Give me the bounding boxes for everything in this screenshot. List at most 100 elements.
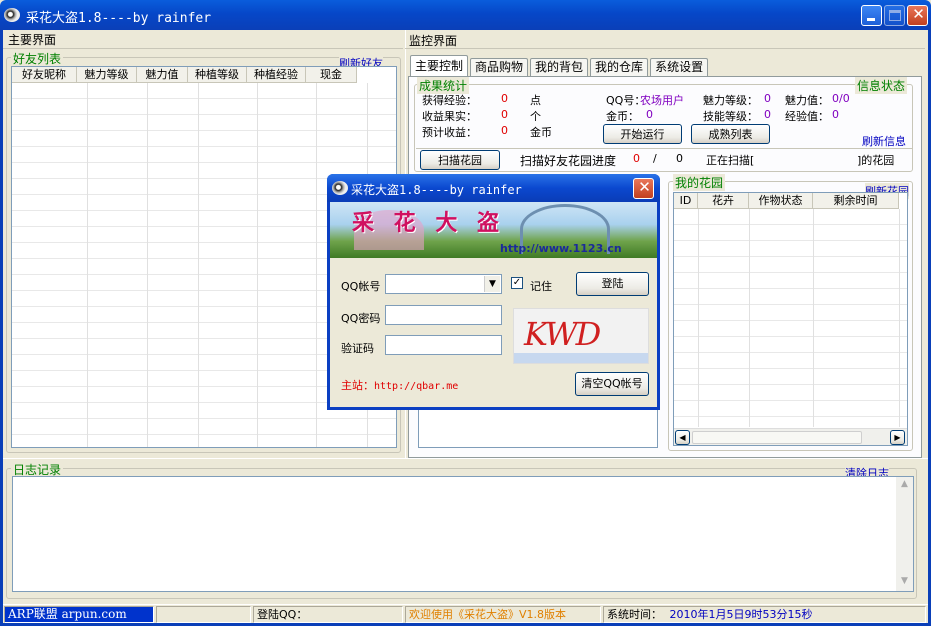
col-charm-value[interactable]: 魅力值 [137, 67, 188, 83]
password-label: QQ密码 [341, 312, 381, 325]
friends-group-title: 好友列表 [11, 50, 64, 67]
friends-table-header: 好友昵称 魅力等级 魅力值 种植等级 种植经验 现金 [12, 67, 357, 83]
login-dialog-titlebar: 采花大盗1.8----by rainfer ✕ [327, 174, 660, 202]
tab-backpack[interactable]: 我的背包 [530, 58, 589, 76]
tab-settings[interactable]: 系统设置 [650, 58, 709, 76]
account-label: QQ帐号 [341, 280, 381, 293]
log-textarea[interactable]: ▲ ▼ [12, 476, 914, 592]
col-remaining-time[interactable]: 剩余时间 [813, 193, 899, 209]
col-cash[interactable]: 现金 [306, 67, 357, 83]
captcha-field[interactable] [385, 335, 502, 355]
scroll-down-icon[interactable]: ▼ [898, 576, 911, 589]
scroll-left-icon[interactable]: ◀ [675, 430, 690, 445]
charm-level-label: 魅力等级： [703, 94, 758, 107]
site-label: 主站：http://qbar.me [341, 377, 458, 393]
skill-level-value: 0 [764, 108, 771, 121]
captcha-image[interactable]: KWD [513, 308, 649, 364]
status-welcome: 欢迎使用《采花大盗》V1.8版本 [405, 606, 601, 623]
clear-account-button[interactable]: 清空QQ帐号 [575, 372, 649, 396]
expect-value: 0 [501, 124, 508, 137]
login-dialog: 采花大盗1.8----by rainfer ✕ 采 花 大 盗 http://w… [327, 174, 660, 410]
site-url[interactable]: http://qbar.me [374, 381, 458, 392]
login-dialog-body: 采 花 大 盗 http://www.1123.cn QQ帐号 ▼ ✓ 记住 登… [330, 202, 657, 407]
col-plant-exp[interactable]: 种植经验 [247, 67, 306, 83]
log-vscrollbar[interactable]: ▲ ▼ [896, 477, 913, 591]
window-title: 采花大盗1.8----by rainfer [26, 11, 212, 26]
col-crop-status[interactable]: 作物状态 [749, 193, 813, 209]
status-time-label: 系统时间： [607, 608, 662, 621]
status-bar: ARP联盟 arpun.com 登陆QQ： 欢迎使用《采花大盗》V1.8版本 系… [3, 604, 928, 623]
site-label-text: 主站： [341, 379, 374, 392]
scan-garden-button[interactable]: 扫描花园 [420, 150, 500, 170]
coin-label: 金币： [606, 110, 639, 123]
mature-list-button[interactable]: 成熟列表 [691, 124, 770, 144]
scan-total: 0 [676, 152, 683, 165]
account-combobox[interactable]: ▼ [385, 274, 502, 294]
coin-value: 0 [646, 108, 653, 121]
garden-table-header: ID 花卉 作物状态 剩余时间 [674, 193, 899, 209]
garden-scroll-thumb[interactable] [692, 431, 862, 444]
scan-current: 0 [633, 152, 640, 165]
banner-url: http://www.1123.cn [500, 242, 622, 255]
main-tabs: 主要控制 商品购物 我的背包 我的仓库 系统设置 [410, 55, 710, 76]
harvest-value: 0 [501, 108, 508, 121]
col-charm-level[interactable]: 魅力等级 [77, 67, 137, 83]
harvest-unit: 个 [530, 110, 541, 123]
banner-image: 采 花 大 盗 http://www.1123.cn [330, 202, 657, 258]
title-bar: 采花大盗1.8----by rainfer ✕ [0, 0, 931, 30]
chevron-down-icon[interactable]: ▼ [484, 276, 500, 292]
minimize-icon [867, 18, 875, 21]
scan-sep: / [653, 152, 657, 165]
exp-unit: 点 [530, 94, 541, 107]
close-icon: ✕ [912, 5, 925, 23]
info-status-title: 信息状态 [855, 77, 908, 94]
exp-value: 0 [501, 92, 508, 105]
garden-group-title: 我的花园 [673, 174, 726, 191]
scroll-right-icon[interactable]: ▶ [890, 430, 905, 445]
info-exp-value: 0 [832, 108, 839, 121]
remember-checkbox[interactable]: ✓ [511, 277, 523, 289]
main-view-header: 主要界面 [8, 33, 57, 47]
info-exp-label: 经验值： [785, 110, 829, 123]
skill-level-label: 技能等级： [703, 110, 758, 123]
dialog-close-button[interactable]: ✕ [633, 178, 654, 199]
tab-shopping[interactable]: 商品购物 [470, 58, 529, 76]
scanning-suffix: ]的花园 [857, 154, 895, 167]
col-nickname[interactable]: 好友昵称 [12, 67, 77, 83]
password-field[interactable] [385, 305, 502, 325]
banner-title: 采 花 大 盗 [352, 210, 505, 236]
scanning-label: 正在扫描[ [706, 154, 755, 167]
garden-table[interactable]: ID 花卉 作物状态 剩余时间 ◀ ▶ [673, 192, 908, 446]
start-button[interactable]: 开始运行 [603, 124, 682, 144]
login-dialog-title: 采花大盗1.8----by rainfer [351, 183, 522, 197]
charm-level-value: 0 [764, 92, 771, 105]
expect-label: 预计收益： [422, 126, 477, 139]
app-icon [4, 8, 20, 22]
garden-table-body [674, 209, 907, 427]
login-button[interactable]: 登陆 [576, 272, 649, 296]
qq-value: 农场用户 [640, 94, 684, 107]
close-button[interactable]: ✕ [907, 5, 928, 26]
status-brand[interactable]: ARP联盟 arpun.com [4, 606, 154, 623]
col-plant-level[interactable]: 种植等级 [188, 67, 247, 83]
scroll-up-icon[interactable]: ▲ [898, 479, 911, 492]
tab-warehouse[interactable]: 我的仓库 [590, 58, 649, 76]
col-flower[interactable]: 花卉 [698, 193, 749, 209]
col-id[interactable]: ID [674, 193, 698, 209]
charm-value-value: 0/0 [832, 92, 850, 105]
status-time-value: 2010年1月5日9时53分15秒 [669, 608, 813, 621]
minimize-button[interactable] [861, 5, 882, 26]
maximize-icon [889, 10, 901, 21]
status-login-qq: 登陆QQ： [253, 606, 403, 623]
remember-label: 记住 [530, 280, 552, 293]
tab-main-control[interactable]: 主要控制 [410, 55, 469, 76]
captcha-label: 验证码 [341, 342, 374, 355]
refresh-info-link[interactable]: 刷新信息 [862, 133, 906, 149]
garden-hscrollbar[interactable]: ◀ ▶ [674, 428, 907, 445]
maximize-button [884, 5, 905, 26]
monitor-view-header: 监控界面 [409, 34, 458, 48]
charm-value-label: 魅力值： [785, 94, 829, 107]
dialog-close-icon: ✕ [638, 178, 651, 196]
status-empty [156, 606, 251, 623]
exp-label: 获得经验： [422, 94, 477, 107]
